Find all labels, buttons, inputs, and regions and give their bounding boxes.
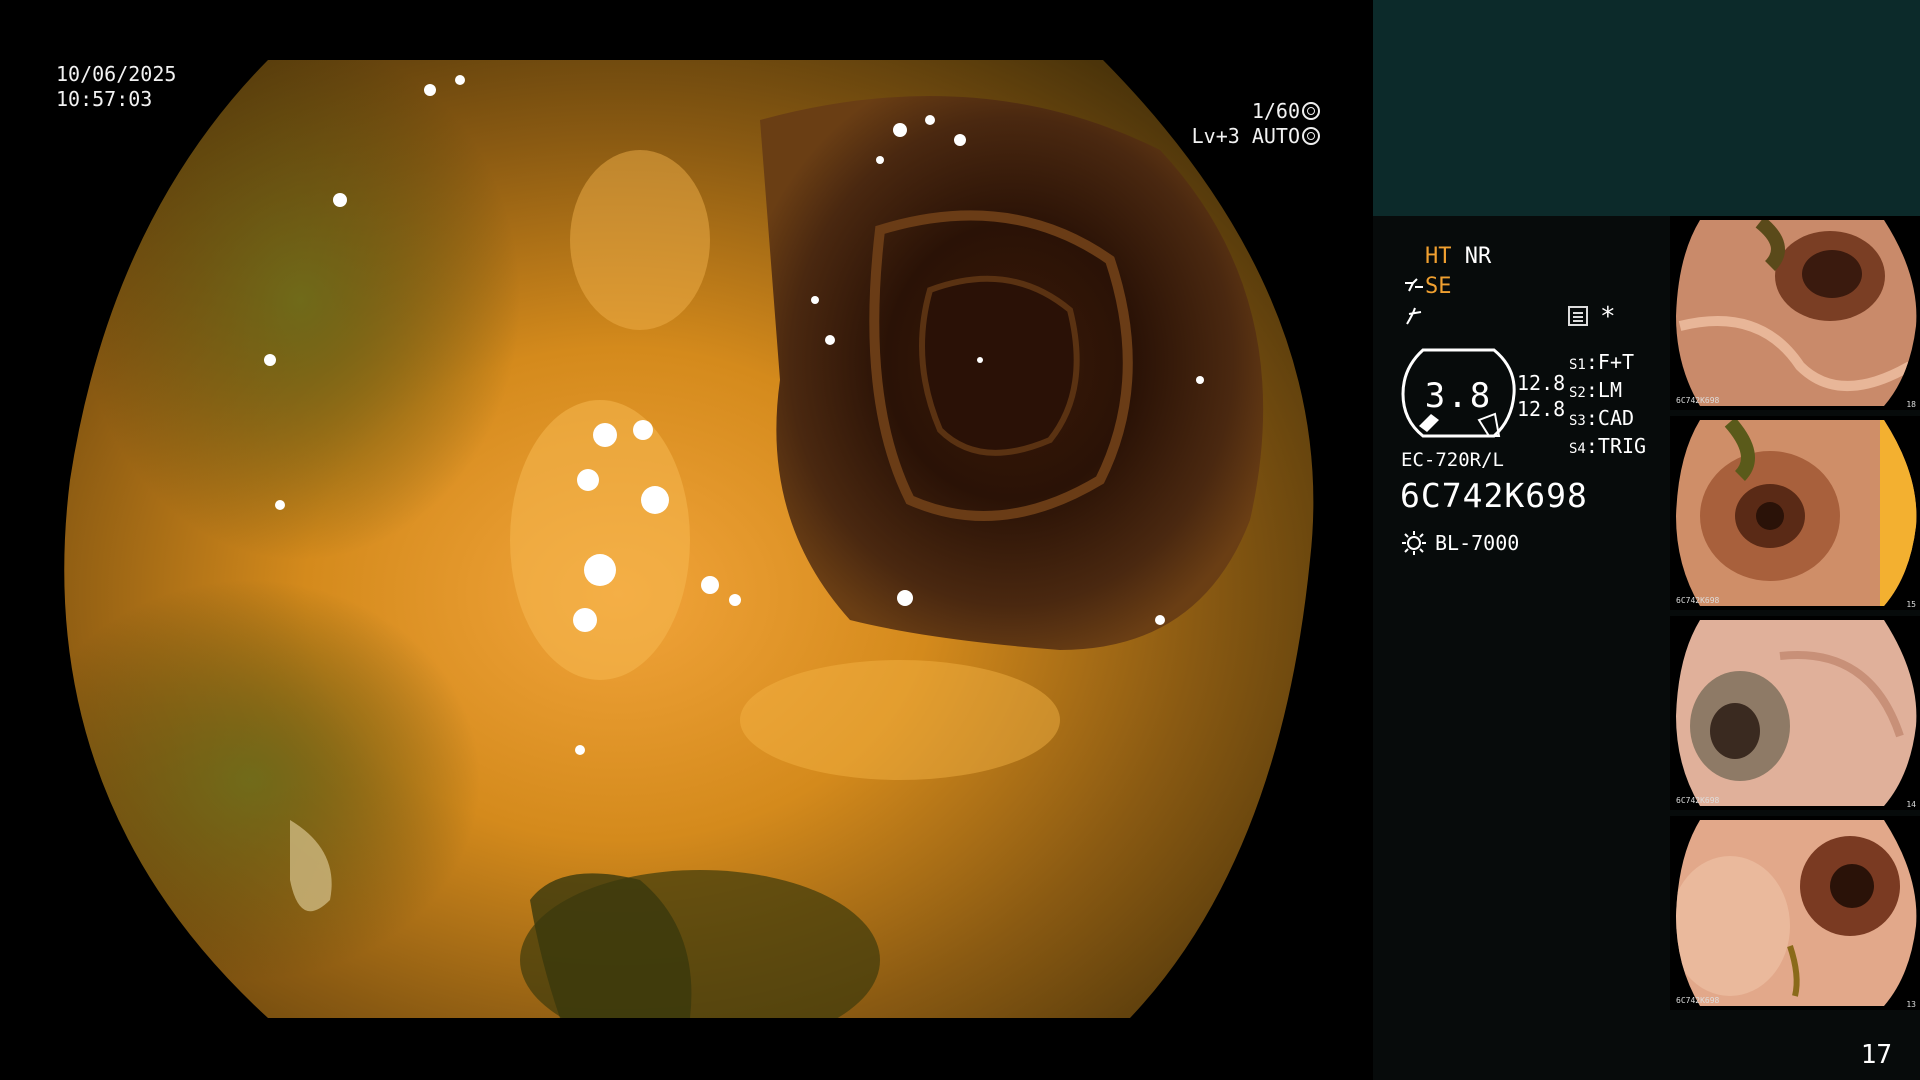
exposure-readout: 1/60 Lv+3 AUTO xyxy=(1180,99,1320,149)
switch-row: S4:TRIG xyxy=(1569,434,1647,458)
light-source-text: BL-7000 xyxy=(1435,531,1520,555)
thumbnail-number: 15 xyxy=(1906,600,1916,609)
ht-mode-label: HT xyxy=(1425,244,1452,269)
settings-icon xyxy=(1568,306,1588,326)
info-panel: HT NR SE * 3.8 12.8 12.8 S1:F+T S2:LM S3… xyxy=(1373,0,1920,1080)
scope-model: EC-720R/L xyxy=(1401,449,1504,471)
thumbnail-number: 14 xyxy=(1906,800,1916,809)
thumbnail-serial: 6C742K698 xyxy=(1676,796,1720,805)
structure-enhance-icon xyxy=(1405,278,1423,292)
switch-row: S1:F+T xyxy=(1569,350,1635,374)
endoscopic-main-view: 10/06/2025 10:57:03 1/60 Lv+3 AUTO xyxy=(0,0,1373,1080)
gauge-side-top: 12.8 xyxy=(1517,371,1566,395)
date-time-readout: 10/06/2025 10:57:03 xyxy=(56,62,176,112)
zoom-value: 3.8 xyxy=(1424,376,1493,416)
shutter-icon xyxy=(1302,102,1320,120)
thumbnail-4[interactable]: 6C742K698 13 xyxy=(1670,816,1920,1010)
se-mode-label: SE xyxy=(1425,274,1452,299)
thumbnail-number: 13 xyxy=(1906,1000,1916,1009)
light-source-icon xyxy=(1402,531,1426,555)
thumbnail-number: 18 xyxy=(1906,400,1916,409)
color-enhance-icon xyxy=(1406,307,1422,325)
light-source-row: BL-7000 xyxy=(1401,530,1519,556)
nr-mode-label: NR xyxy=(1464,244,1492,269)
thumbnail-2[interactable]: 6C742K698 15 xyxy=(1670,416,1920,610)
thumbnail-1[interactable]: 6C742K698 18 xyxy=(1670,216,1920,410)
scope-switch-list: S1:F+T S2:LM S3:CAD S4:TRIG xyxy=(1569,350,1646,462)
gauge-side-bottom: 12.8 xyxy=(1517,397,1566,421)
switch-row: S3:CAD xyxy=(1569,406,1635,430)
thumbnail-serial: 6C742K698 xyxy=(1676,396,1720,405)
preview-area xyxy=(1373,0,1920,216)
date-text: 10/06/2025 xyxy=(56,62,177,86)
thumbnail-serial: 6C742K698 xyxy=(1676,996,1720,1005)
time-text: 10:57:03 xyxy=(56,87,153,111)
thumbnail-serial: 6C742K698 xyxy=(1676,596,1720,605)
thumbnail-3[interactable]: 6C742K698 14 xyxy=(1670,616,1920,810)
switch-row: S2:LM xyxy=(1569,378,1622,402)
shutter-speed-text: 1/60 xyxy=(1251,99,1300,123)
asterisk-icon: * xyxy=(1600,302,1616,332)
scope-serial: 6C742K698 xyxy=(1400,476,1588,515)
page-number: 17 xyxy=(1860,1040,1892,1070)
auto-iris-icon xyxy=(1302,127,1320,145)
endoscopic-image xyxy=(64,60,1314,1018)
gauge-side-values: 12.8 12.8 xyxy=(1517,370,1565,422)
iris-mode-text: Lv+3 AUTO xyxy=(1191,124,1300,148)
